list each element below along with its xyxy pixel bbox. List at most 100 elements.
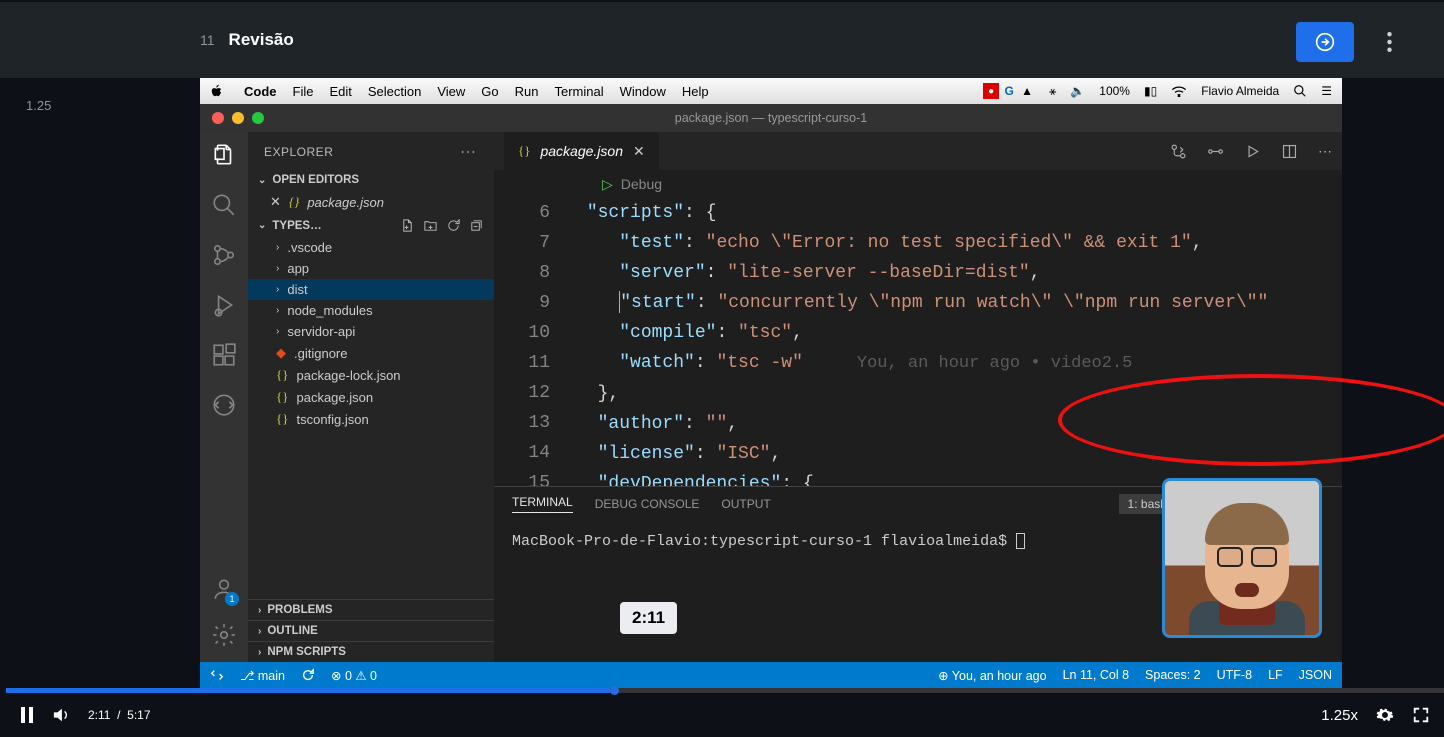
eol-status[interactable]: LF	[1268, 668, 1283, 682]
blame-status[interactable]: ⊕ You, an hour ago	[938, 668, 1047, 683]
collapse-all-icon[interactable]	[469, 218, 484, 233]
menu-file[interactable]: File	[293, 84, 314, 99]
terminal-tab[interactable]: TERMINAL	[512, 495, 573, 513]
tree-item-app[interactable]: ›app	[248, 258, 494, 279]
sync-icon[interactable]	[301, 668, 315, 682]
remote-icon[interactable]	[211, 392, 237, 418]
tray-icon[interactable]: G	[1001, 83, 1017, 99]
player-settings-icon[interactable]	[1376, 706, 1394, 724]
search-icon[interactable]	[211, 192, 237, 218]
debug-play-icon[interactable]: ▷	[602, 176, 613, 193]
player-header: 11 Revisão	[0, 2, 1444, 78]
refresh-icon[interactable]	[446, 218, 461, 233]
minimize-traffic-light[interactable]	[232, 112, 244, 124]
project-section[interactable]: ⌄TYPES…	[248, 214, 494, 237]
remote-status-icon[interactable]	[210, 668, 224, 682]
tree-item-node_modules[interactable]: ›node_modules	[248, 300, 494, 321]
menu-terminal[interactable]: Terminal	[555, 84, 604, 99]
time-display: 2:11 / 5:17	[88, 708, 151, 722]
debug-console-tab[interactable]: DEBUG CONSOLE	[595, 497, 700, 511]
control-center-icon[interactable]: ☰	[1321, 84, 1332, 98]
outline-section[interactable]: ›OUTLINE	[248, 620, 494, 641]
volume-icon[interactable]: 🔈	[1070, 84, 1085, 98]
more-button[interactable]	[1374, 22, 1404, 62]
menu-go[interactable]: Go	[481, 84, 498, 99]
problems-section[interactable]: ›PROBLEMS	[248, 599, 494, 620]
window-title: package.json — typescript-curso-1	[675, 111, 867, 125]
battery-icon[interactable]: ▮▯	[1144, 84, 1157, 98]
pause-button[interactable]	[20, 707, 34, 723]
notification-badge: 1	[225, 592, 239, 606]
mac-menu-bar: Code File Edit Selection View Go Run Ter…	[200, 78, 1342, 104]
run-file-icon[interactable]	[1244, 143, 1261, 160]
source-control-icon[interactable]	[211, 242, 237, 268]
lesson-title: Revisão	[229, 30, 294, 50]
battery-label: 100%	[1099, 84, 1130, 98]
menu-help[interactable]: Help	[682, 84, 709, 99]
tray-icon[interactable]: ▲	[1019, 83, 1035, 99]
wifi-icon[interactable]	[1171, 85, 1187, 97]
seek-tooltip: 2:11	[620, 602, 677, 634]
speed-debug: 1.25	[26, 98, 51, 113]
cursor-status[interactable]: Ln 11, Col 8	[1063, 668, 1129, 682]
sidebar-explorer: EXPLORER ⋯ ⌄OPEN EDITORS ✕ {} package.js…	[248, 132, 494, 662]
debug-label[interactable]: Debug	[621, 176, 662, 192]
code-editor[interactable]: 678910111213141516 "scripts": { "test": …	[494, 198, 1342, 486]
app-name[interactable]: Code	[244, 84, 277, 99]
run-debug-icon[interactable]	[211, 292, 237, 318]
editor-tab[interactable]: {} package.json ✕	[504, 132, 659, 170]
search-icon[interactable]	[1293, 84, 1307, 98]
explorer-label: EXPLORER	[264, 145, 333, 159]
volume-button[interactable]	[52, 707, 70, 723]
apple-icon[interactable]	[210, 84, 224, 98]
accounts-icon[interactable]: 1	[211, 576, 237, 602]
encoding-status[interactable]: UTF-8	[1217, 668, 1252, 682]
tree-item-packagelockjson[interactable]: {}package-lock.json	[248, 364, 494, 386]
tree-item-vscode[interactable]: ›.vscode	[248, 237, 494, 258]
open-editors-section[interactable]: ⌄OPEN EDITORS	[248, 170, 494, 190]
errors-status[interactable]: ⊗ 0 ⚠ 0	[331, 668, 377, 683]
lesson-number: 11	[200, 32, 215, 48]
close-traffic-light[interactable]	[212, 112, 224, 124]
next-lesson-button[interactable]	[1296, 22, 1354, 62]
output-tab[interactable]: OUTPUT	[721, 497, 770, 511]
tray-icon[interactable]: ●	[983, 83, 999, 99]
menu-run[interactable]: Run	[515, 84, 539, 99]
compare-icon[interactable]	[1170, 143, 1187, 160]
editor-more-icon[interactable]: ⋯	[1318, 143, 1332, 160]
language-status[interactable]: JSON	[1299, 668, 1332, 682]
extensions-icon[interactable]	[211, 342, 237, 368]
status-bar: ⎇ main ⊗ 0 ⚠ 0 ⊕ You, an hour ago Ln 11,…	[200, 662, 1342, 688]
tree-item-packagejson[interactable]: {}package.json	[248, 386, 494, 408]
npm-scripts-section[interactable]: ›NPM SCRIPTS	[248, 641, 494, 662]
tree-item-servidorapi[interactable]: ›servidor-api	[248, 321, 494, 342]
tree-item-gitignore[interactable]: ◆.gitignore	[248, 342, 494, 364]
timeline-icon[interactable]	[1207, 143, 1224, 160]
maximize-traffic-light[interactable]	[252, 112, 264, 124]
bluetooth-icon[interactable]: ⚹	[1049, 84, 1056, 99]
explorer-icon[interactable]	[211, 142, 237, 168]
spaces-status[interactable]: Spaces: 2	[1145, 668, 1201, 682]
fullscreen-button[interactable]	[1412, 706, 1430, 724]
tree-item-tsconfigjson[interactable]: {}tsconfig.json	[248, 408, 494, 430]
close-icon[interactable]: ✕	[270, 194, 281, 210]
presenter-webcam	[1162, 478, 1322, 638]
settings-icon[interactable]	[211, 622, 237, 648]
menu-edit[interactable]: Edit	[329, 84, 351, 99]
tree-item-dist[interactable]: ›dist	[248, 279, 494, 300]
open-editor-item[interactable]: ✕ {} package.json	[248, 190, 494, 214]
user-name[interactable]: Flavio Almeida	[1201, 84, 1279, 98]
menu-view[interactable]: View	[437, 84, 465, 99]
playback-rate[interactable]: 1.25x	[1321, 707, 1358, 724]
split-editor-icon[interactable]	[1281, 143, 1298, 160]
vscode-title-bar: package.json — typescript-curso-1	[200, 104, 1342, 132]
explorer-more-icon[interactable]: ⋯	[460, 142, 478, 162]
close-tab-icon[interactable]: ✕	[633, 143, 645, 160]
activity-bar: 1	[200, 132, 248, 662]
video-content: Code File Edit Selection View Go Run Ter…	[200, 78, 1342, 688]
new-file-icon[interactable]	[400, 218, 415, 233]
menu-window[interactable]: Window	[620, 84, 666, 99]
branch-status[interactable]: ⎇ main	[240, 668, 285, 683]
new-folder-icon[interactable]	[423, 218, 438, 233]
menu-selection[interactable]: Selection	[368, 84, 421, 99]
